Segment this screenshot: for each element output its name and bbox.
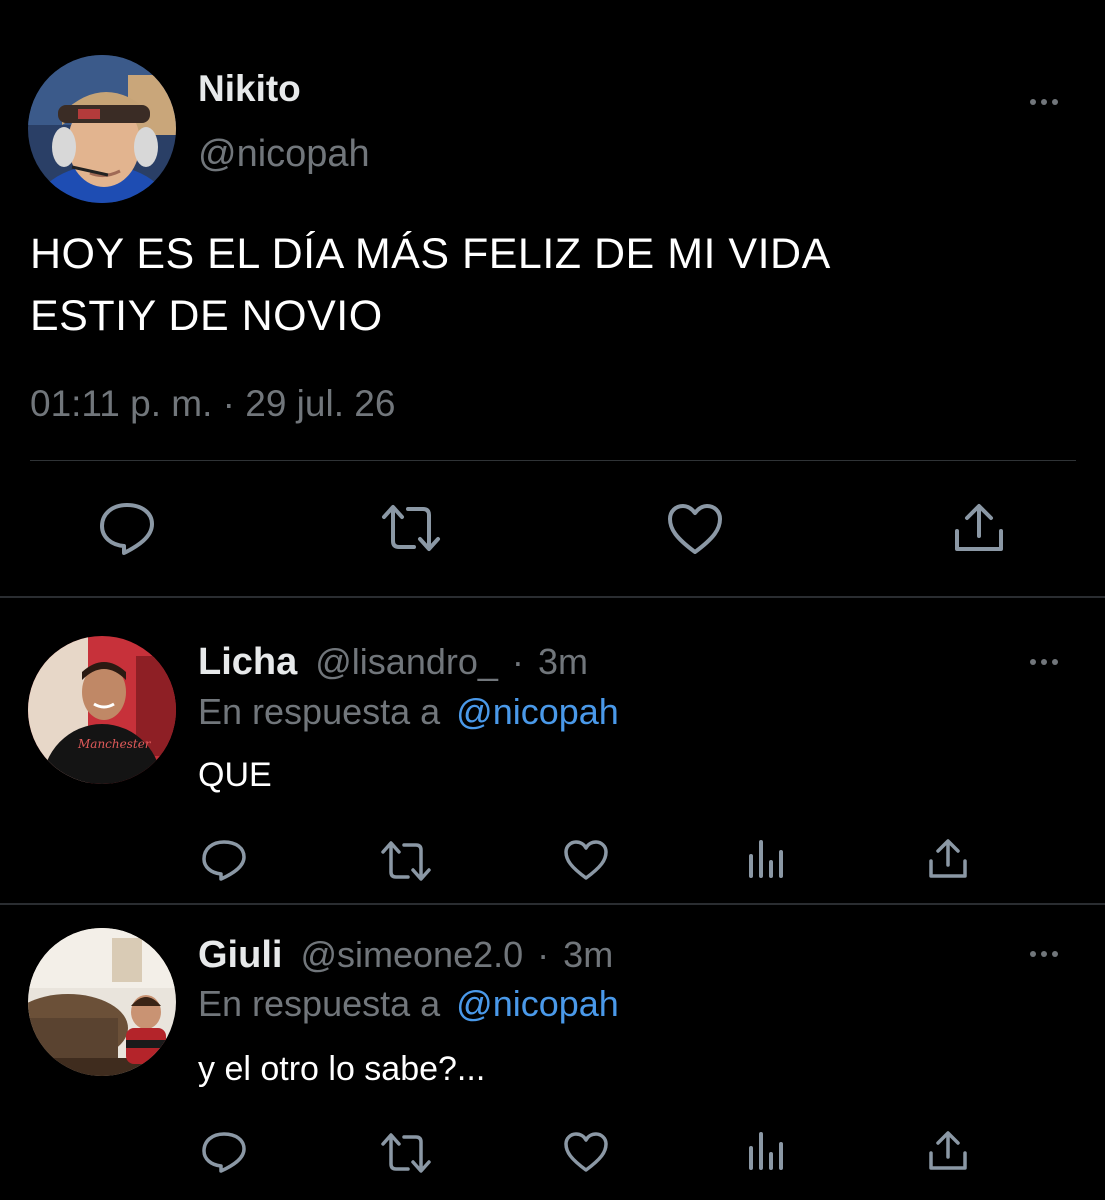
share-icon[interactable]	[952, 501, 1006, 555]
handle[interactable]: @lisandro_	[315, 641, 498, 682]
section-divider	[0, 596, 1105, 598]
reply-prefix: En respuesta a	[198, 691, 441, 732]
retweet-icon[interactable]	[380, 840, 432, 882]
retweet-icon[interactable]	[380, 503, 442, 553]
reply-icon[interactable]	[201, 1130, 247, 1174]
more-options-icon[interactable]	[1030, 99, 1058, 105]
section-divider	[0, 903, 1105, 905]
analytics-icon[interactable]	[747, 1130, 787, 1172]
reply-header: Giuli @simeone2.0 · 3m	[198, 934, 613, 977]
display-name[interactable]: Licha	[198, 641, 297, 683]
tweet-text-line2: ESTIY DE NOVIO	[30, 292, 383, 340]
display-name[interactable]: Giuli	[198, 934, 282, 976]
display-name[interactable]: Nikito	[198, 68, 301, 110]
handle[interactable]: @nicopah	[198, 133, 370, 176]
like-icon[interactable]	[563, 839, 609, 881]
mention-link[interactable]: @nicopah	[456, 691, 619, 732]
reply-context: En respuesta a @nicopah	[198, 983, 619, 1025]
like-icon[interactable]	[563, 1131, 609, 1173]
like-icon[interactable]	[666, 503, 724, 555]
reply-prefix: En respuesta a	[198, 983, 441, 1024]
time-separator: ·	[537, 934, 550, 975]
avatar[interactable]	[28, 928, 176, 1076]
divider	[30, 460, 1076, 461]
person-smiling-icon: Manchester	[28, 636, 176, 784]
time-ago[interactable]: 3m	[538, 641, 588, 682]
share-icon[interactable]	[927, 1129, 969, 1173]
time-ago[interactable]: 3m	[563, 934, 613, 975]
tweet-text-line1: HOY ES EL DÍA MÁS FELIZ DE MI VIDA	[30, 230, 831, 278]
avatar[interactable]	[28, 55, 176, 203]
avatar[interactable]: Manchester	[28, 636, 176, 784]
time-separator: ·	[511, 641, 524, 682]
retweet-icon[interactable]	[380, 1132, 432, 1174]
reply-text: QUE	[198, 756, 272, 794]
handle[interactable]: @simeone2.0	[300, 934, 523, 975]
tweet-text: HOY ES EL DÍA MÁS FELIZ DE MI VIDA ESTIY…	[30, 223, 1070, 347]
svg-text:Manchester: Manchester	[77, 737, 152, 751]
person-with-headset-icon	[28, 55, 176, 203]
reply-icon[interactable]	[201, 838, 247, 882]
timestamp[interactable]: 01:11 p. m. · 29 jul. 26	[30, 383, 395, 425]
share-icon[interactable]	[927, 837, 969, 881]
reply-header: Licha @lisandro_ · 3m	[198, 641, 588, 684]
reply-icon[interactable]	[98, 500, 156, 556]
reply-context: En respuesta a @nicopah	[198, 691, 619, 733]
more-options-icon[interactable]	[1030, 659, 1058, 665]
mention-link[interactable]: @nicopah	[456, 983, 619, 1024]
analytics-icon[interactable]	[747, 838, 787, 880]
more-options-icon[interactable]	[1030, 951, 1058, 957]
reply-text: y el otro lo sabe?...	[198, 1050, 486, 1088]
child-on-sofa-icon	[28, 928, 176, 1076]
